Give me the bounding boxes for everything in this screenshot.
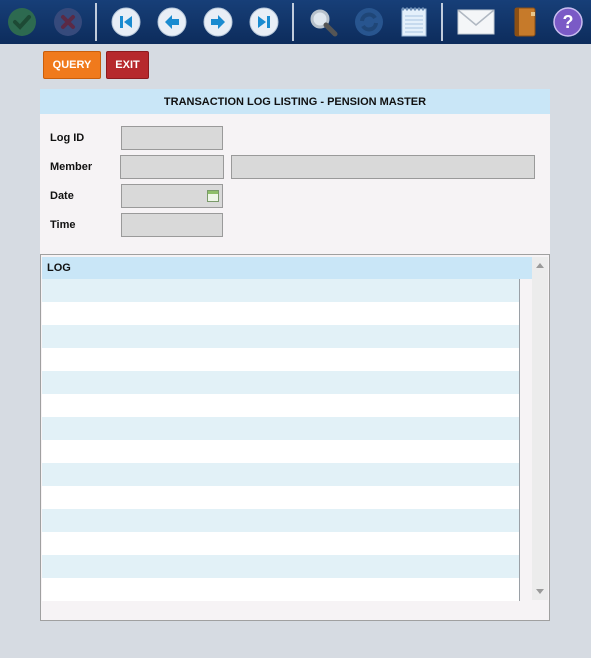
first-record-icon[interactable]	[110, 6, 142, 38]
table-row[interactable]	[42, 509, 519, 532]
table-row[interactable]	[42, 578, 519, 601]
address-book-icon[interactable]	[508, 6, 540, 38]
mail-envelope-icon[interactable]	[457, 6, 495, 38]
member-name-field[interactable]	[231, 155, 535, 179]
log-column-header[interactable]: LOG	[42, 257, 532, 279]
next-record-icon[interactable]	[202, 6, 234, 38]
table-row[interactable]	[42, 302, 519, 325]
toolbar: ?	[0, 0, 591, 44]
refresh-icon[interactable]	[353, 6, 385, 38]
log-grid: LOG	[40, 254, 550, 621]
time-label: Time	[50, 219, 76, 231]
last-record-icon[interactable]	[248, 6, 280, 38]
vertical-scrollbar[interactable]	[532, 257, 548, 600]
cancel-x-icon[interactable]	[52, 6, 84, 38]
table-row[interactable]	[42, 325, 519, 348]
exit-button[interactable]: EXIT	[106, 51, 149, 79]
help-question-icon[interactable]: ?	[552, 6, 584, 38]
calendar-icon[interactable]	[207, 190, 219, 202]
table-row[interactable]	[42, 371, 519, 394]
toolbar-separator	[292, 3, 294, 41]
toolbar-separator	[95, 3, 97, 41]
log-rows	[42, 279, 520, 601]
previous-record-icon[interactable]	[156, 6, 188, 38]
accept-check-icon[interactable]	[6, 6, 38, 38]
search-magnifier-icon[interactable]	[307, 6, 339, 38]
toolbar-separator	[441, 3, 443, 41]
svg-text:?: ?	[563, 12, 574, 32]
log-id-label: Log ID	[50, 132, 85, 144]
table-row[interactable]	[42, 463, 519, 486]
table-row[interactable]	[42, 532, 519, 555]
member-label: Member	[50, 161, 93, 173]
table-row[interactable]	[42, 394, 519, 417]
table-row[interactable]	[42, 348, 519, 371]
query-button[interactable]: QUERY	[43, 51, 101, 79]
table-row[interactable]	[42, 486, 519, 509]
scroll-up-arrow-icon[interactable]	[536, 263, 544, 268]
table-row[interactable]	[42, 555, 519, 578]
table-row[interactable]	[42, 279, 519, 302]
form-title: TRANSACTION LOG LISTING - PENSION MASTER	[40, 89, 550, 114]
date-label: Date	[50, 190, 74, 202]
table-row[interactable]	[42, 417, 519, 440]
notepad-icon[interactable]	[398, 6, 430, 38]
member-code-field[interactable]	[120, 155, 224, 179]
table-row[interactable]	[42, 440, 519, 463]
form-panel: TRANSACTION LOG LISTING - PENSION MASTER…	[40, 89, 550, 254]
scroll-down-arrow-icon[interactable]	[536, 589, 544, 594]
log-id-field[interactable]	[121, 126, 223, 150]
date-field[interactable]	[121, 184, 223, 208]
time-field[interactable]	[121, 213, 223, 237]
